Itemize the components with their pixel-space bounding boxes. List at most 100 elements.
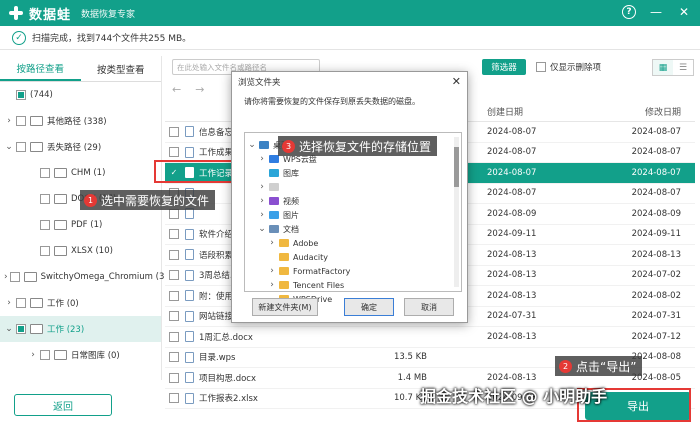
tree-item[interactable]: › 日常图库 (0): [0, 342, 161, 368]
chevron-icon[interactable]: ›: [28, 350, 38, 360]
row-checkbox[interactable]: [169, 270, 179, 281]
row-checkbox[interactable]: [169, 352, 179, 363]
modified-date: 2024-09-11: [631, 229, 681, 240]
only-deleted-checkbox[interactable]: [536, 62, 546, 72]
dialog-tree-item[interactable]: ⌄ 文档: [247, 222, 461, 236]
dialog-close-icon[interactable]: ✕: [452, 75, 461, 88]
dialog-tree-item[interactable]: › 图片: [247, 208, 461, 222]
col-created-header[interactable]: 创建日期: [479, 105, 587, 118]
chevron-icon[interactable]: ⌄: [4, 324, 14, 334]
dialog-tree-item[interactable]: ›: [247, 180, 461, 194]
tree-checkbox[interactable]: [16, 142, 26, 152]
col-modified-header[interactable]: 修改日期: [587, 105, 695, 118]
tree-item-label: SwitchyOmega_Chromium (3: [40, 272, 165, 282]
row-checkbox[interactable]: [169, 331, 179, 342]
dialog-scrollbar[interactable]: [454, 137, 459, 287]
left-panel: 按路径查看 按类型查看 (744) › 其他路径 (338) ⌄ 丢失路径 (29) CH…: [0, 56, 164, 380]
tree-item[interactable]: › 其他路径 (338): [0, 108, 161, 134]
step-badge: 2: [559, 359, 572, 373]
chevron-icon[interactable]: ›: [257, 210, 267, 220]
chevron-icon[interactable]: ›: [267, 266, 277, 276]
row-checkbox[interactable]: [169, 147, 179, 158]
tree-item[interactable]: (744): [0, 82, 161, 108]
modified-date: 2024-08-13: [631, 249, 681, 260]
row-checkbox[interactable]: [169, 208, 179, 219]
chevron-icon[interactable]: ›: [4, 116, 14, 126]
tree-item[interactable]: ⌄ 工作 (23): [0, 316, 161, 342]
row-checkbox[interactable]: [169, 372, 179, 383]
new-folder-button[interactable]: 新建文件夹(M): [252, 298, 318, 316]
folder-icon: [269, 211, 279, 219]
chevron-icon[interactable]: ›: [257, 154, 267, 164]
help-icon[interactable]: ?: [622, 5, 636, 19]
tree-item[interactable]: XLSX (10): [0, 238, 161, 264]
tree-item-label: 工作 (23): [47, 325, 85, 335]
tree-item[interactable]: CHM (1): [0, 160, 161, 186]
step-badge: 3: [282, 139, 295, 153]
dialog-tree-item[interactable]: › 视频: [247, 194, 461, 208]
chevron-icon[interactable]: ›: [267, 238, 277, 248]
only-deleted-toggle[interactable]: 仅显示删除项: [536, 61, 601, 73]
dialog-folder-tree: ⌄桌面›WPS云盘图库››视频›图片⌄文档›AdobeAudacity›Form…: [244, 132, 462, 304]
tree-checkbox[interactable]: [16, 298, 26, 308]
tree-checkbox[interactable]: [40, 194, 50, 204]
tree-checkbox[interactable]: [40, 350, 50, 360]
chevron-icon[interactable]: ›: [257, 196, 267, 206]
dialog-tree-item[interactable]: 图库: [247, 166, 461, 180]
title-bar: 数据蛙 数据恢复专家 ? — ✕: [0, 0, 700, 26]
logo-cross-icon: [8, 5, 24, 21]
chevron-icon[interactable]: ›: [4, 272, 8, 282]
back-button[interactable]: 返回: [14, 394, 112, 416]
folder-tree: (744)›其他路径 (338)⌄丢失路径 (29)CHM (1)DOCX (1…: [0, 82, 164, 368]
back-arrow-icon[interactable]: ←: [172, 83, 181, 96]
tab-by-type[interactable]: 按类型查看: [81, 56, 162, 81]
tree-checkbox[interactable]: [9, 272, 20, 282]
file-icon: [185, 372, 194, 384]
tree-checkbox[interactable]: [40, 220, 50, 230]
callout-text: 选择恢复文件的存储位置: [299, 139, 432, 154]
file-name-cell: 目录.wps: [165, 351, 349, 363]
chevron-icon[interactable]: ⌄: [4, 142, 14, 152]
list-view-icon[interactable]: ☰: [673, 60, 693, 75]
chevron-icon[interactable]: ›: [267, 280, 277, 290]
dialog-tree-label: FormatFactory: [293, 266, 351, 276]
tree-checkbox[interactable]: [16, 116, 26, 126]
minimize-icon[interactable]: —: [648, 4, 664, 20]
chevron-icon[interactable]: ›: [4, 298, 14, 308]
tree-checkbox[interactable]: [16, 324, 26, 334]
tree-item[interactable]: ⌄ 丢失路径 (29): [0, 134, 161, 160]
tree-item[interactable]: › 工作 (0): [0, 290, 161, 316]
chevron-icon[interactable]: ›: [257, 182, 267, 192]
dialog-cancel-button[interactable]: 取消: [404, 298, 454, 316]
dialog-ok-button[interactable]: 确定: [344, 298, 394, 316]
dialog-tree-label: Tencent Files: [293, 280, 345, 290]
file-size: 1.4 MB: [397, 372, 427, 383]
row-checkbox[interactable]: [169, 311, 179, 322]
chevron-icon[interactable]: ⌄: [247, 140, 257, 150]
row-checkbox[interactable]: [169, 393, 179, 404]
dialog-tree-item[interactable]: › Tencent Files: [247, 278, 461, 292]
file-name-cell: 1周汇总.docx: [165, 331, 349, 343]
tab-by-path[interactable]: 按路径查看: [0, 56, 81, 81]
dialog-tree-item[interactable]: › Adobe: [247, 236, 461, 250]
tree-checkbox[interactable]: [40, 246, 50, 256]
tree-checkbox[interactable]: [16, 90, 26, 100]
close-icon[interactable]: ✕: [676, 4, 692, 20]
table-row[interactable]: 1周汇总.docx 2024-08-13 2024-07-12: [165, 327, 695, 348]
chevron-icon[interactable]: ⌄: [257, 224, 267, 234]
dialog-scroll-thumb[interactable]: [454, 147, 459, 187]
row-checkbox[interactable]: [169, 249, 179, 260]
filter-button[interactable]: 筛选器: [482, 59, 526, 75]
dialog-tree-item[interactable]: Audacity: [247, 250, 461, 264]
grid-view-icon[interactable]: ▦: [653, 60, 673, 75]
tree-checkbox[interactable]: [40, 168, 50, 178]
row-checkbox[interactable]: [169, 229, 179, 240]
tree-item[interactable]: PDF (1): [0, 212, 161, 238]
folder-icon: [269, 169, 279, 177]
row-checkbox[interactable]: [169, 290, 179, 301]
dialog-tree-item[interactable]: › FormatFactory: [247, 264, 461, 278]
tree-item[interactable]: › SwitchyOmega_Chromium (3: [0, 264, 164, 290]
forward-arrow-icon[interactable]: →: [195, 83, 204, 96]
tree-item-label: 日常图库 (0): [71, 351, 120, 361]
row-checkbox[interactable]: [169, 126, 179, 137]
